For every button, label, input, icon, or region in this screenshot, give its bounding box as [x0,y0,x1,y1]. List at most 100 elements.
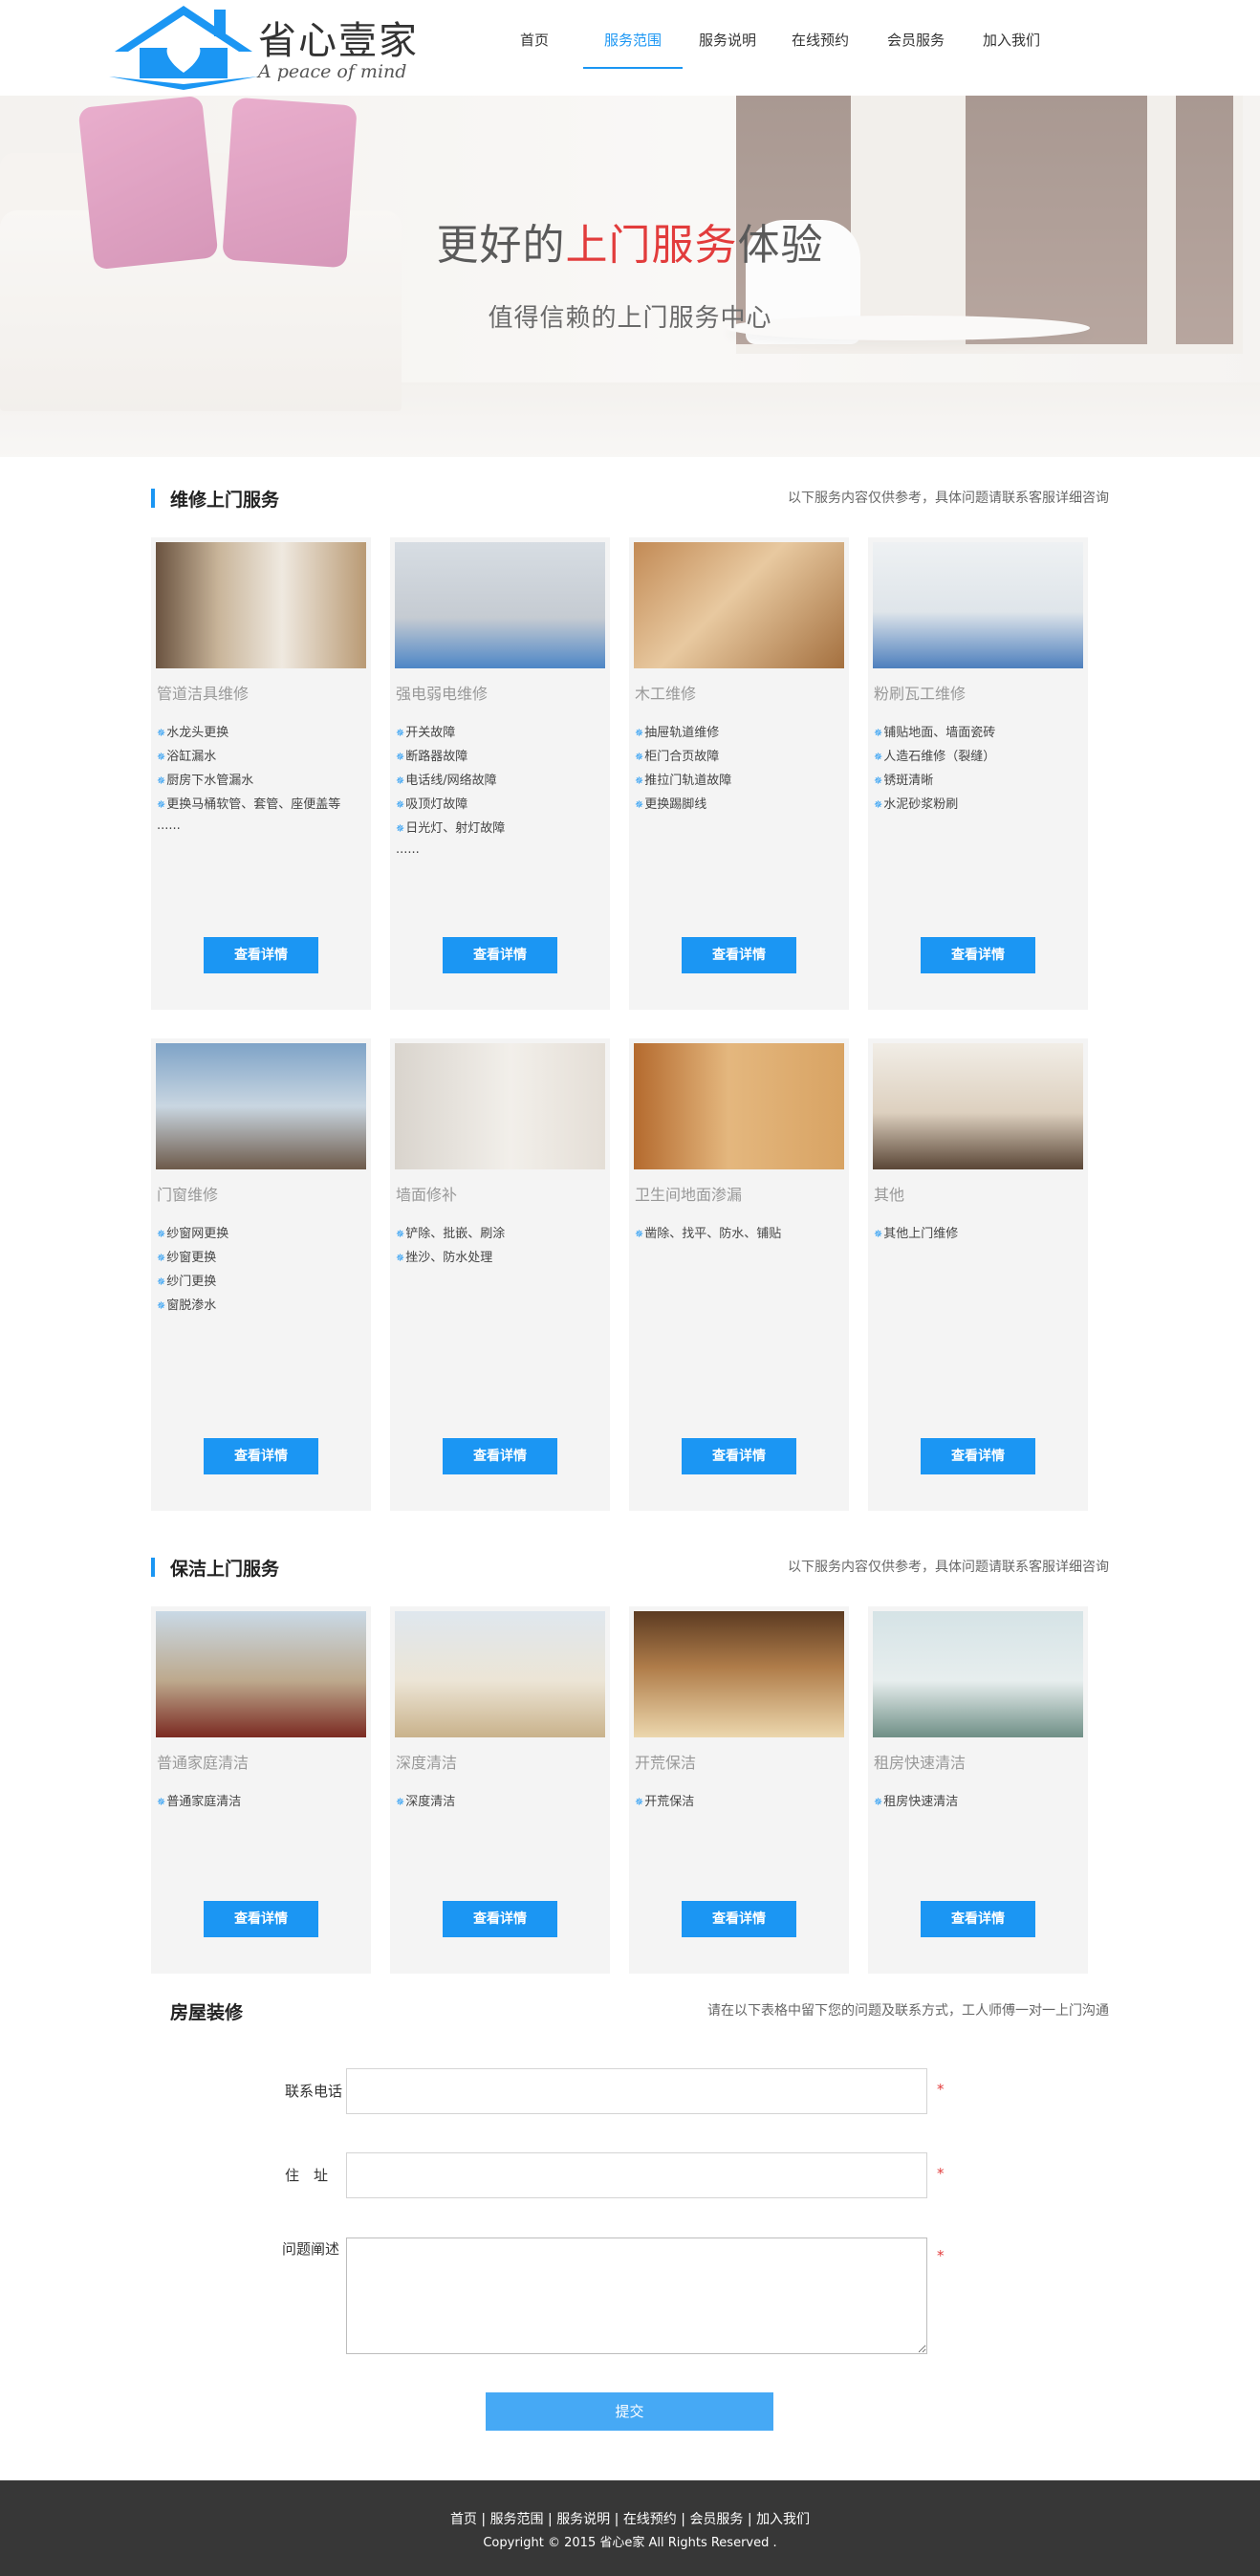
footer-link-online-booking[interactable]: 在线预约 [623,2512,677,2527]
list-item: ✵柜门合页故障 [635,750,720,764]
card-title: 普通家庭清洁 [157,1754,250,1772]
nav-join-us[interactable]: 加入我们 [964,0,1059,69]
card-item-list: ✵凿除、找平、防水、铺贴 [635,1222,781,1246]
nav-member-service[interactable]: 会员服务 [868,0,964,69]
list-item: ✵铺贴地面、墙面瓷砖 [874,726,996,740]
card-title: 深度清洁 [396,1754,458,1772]
main-nav: 首页 服务范围 服务说明 在线预约 会员服务 加入我们 [497,0,1059,69]
bullet-icon: ✵ [157,1276,166,1288]
section-title: 房屋装修 [170,2002,244,2023]
nav-service-scope[interactable]: 服务范围 [583,0,683,69]
card-title: 开荒保洁 [635,1754,697,1772]
required-mark: * [937,2247,945,2264]
cleaning-section-header: 保洁上门服务 以下服务内容仅供参考，具体问题请联系客服详细咨询 [151,1553,1109,1582]
list-item: ✵抽屉轨道维修 [635,726,720,740]
footer-link-join-us[interactable]: 加入我们 [756,2512,810,2527]
submit-button[interactable]: 提交 [486,2392,773,2431]
service-card: 租房快速清洁 ✵租房快速清洁 查看详情 [868,1606,1088,1974]
bullet-icon: ✵ [157,727,166,739]
bullet-icon: ✵ [874,751,883,763]
view-details-button[interactable]: 查看详情 [682,937,796,973]
nav-service-description[interactable]: 服务说明 [683,0,772,69]
card-title: 门窗维修 [157,1186,219,1204]
card-item-list: ✵水龙头更换 ✵浴缸漏水 ✵厨房下水管漏水 ✵更换马桶软管、套管、座便盖等 [157,721,340,817]
service-card: 开荒保洁 ✵开荒保洁查看详情 [629,1606,849,1974]
bullet-icon: ✵ [635,775,644,787]
view-details-button[interactable]: 查看详情 [682,1901,796,1937]
card-item-list: ✵铲除、批嵌、刷涂 ✵挫沙、防水处理 [396,1222,505,1270]
view-details-button[interactable]: 查看详情 [443,937,557,973]
card-title: 墙面修补 [396,1186,458,1204]
view-details-button[interactable]: 查看详情 [682,1438,796,1474]
card-item-list: ✵深度清洁 [396,1790,455,1814]
problem-textarea[interactable] [346,2238,927,2354]
repair-section-header: 维修上门服务 以下服务内容仅供参考，具体问题请联系客服详细咨询 [151,484,1109,513]
service-card: 其他 ✵其他上门维修 查看详情 [868,1038,1088,1511]
list-item: ✵开关故障 [396,726,456,740]
view-details-button[interactable]: 查看详情 [443,1901,557,1937]
bullet-icon: ✵ [635,1796,644,1808]
banner-headline: 更好的上门服务体验 [436,221,824,270]
site-logo[interactable]: 省心壹家 A peace of mind [107,2,451,92]
nav-home[interactable]: 首页 [497,0,572,69]
footer-link-home[interactable]: 首页 [450,2512,477,2527]
list-item: ✵深度清洁 [396,1795,456,1809]
list-item: ✵锈斑清晰 [874,774,934,788]
bullet-icon: ✵ [396,727,405,739]
view-details-button[interactable]: 查看详情 [204,937,318,973]
address-input[interactable] [346,2152,927,2198]
list-item: ✵日光灯、射灯故障 [396,821,506,836]
card-title: 强电弱电维修 [396,685,489,703]
view-details-button[interactable]: 查看详情 [921,937,1035,973]
card-item-list: ✵其他上门维修 [874,1222,958,1246]
section-note: 以下服务内容仅供参考，具体问题请联系客服详细咨询 [788,1560,1109,1575]
list-item: ✵断路器故障 [396,750,468,764]
card-title: 卫生间地面渗漏 [635,1186,743,1204]
bullet-icon: ✵ [396,798,405,811]
card-item-list: ✵抽屉轨道维修 ✵柜门合页故障 ✵推拉门轨道故障 ✵更换踢脚线 [635,721,731,817]
bullet-icon: ✵ [396,751,405,763]
service-card: 卫生间地面渗漏 ✵凿除、找平、防水、铺贴查看详情 [629,1038,849,1511]
card-item-list: ✵铺贴地面、墙面瓷砖 ✵人造石维修（裂缝） ✵锈斑清晰 ✵水泥砂浆粉刷 [874,721,995,817]
footer-links: 首页 | 服务范围 | 服务说明 | 在线预约 | 会员服务 | 加入我们 [449,2512,811,2527]
list-item: ✵人造石维修（裂缝） [874,750,996,764]
list-item: ✵开荒保洁 [635,1795,695,1809]
card-more-ellipsis: ...... [157,819,181,833]
section-title: 维修上门服务 [170,490,280,511]
view-details-button[interactable]: 查看详情 [921,1438,1035,1474]
new-home-cleaning-photo [634,1611,844,1737]
list-item: ✵窗脱渗水 [157,1299,217,1313]
view-details-button[interactable]: 查看详情 [921,1901,1035,1937]
bullet-icon: ✵ [874,727,883,739]
bullet-icon: ✵ [396,822,405,835]
service-card: 门窗维修 ✵纱窗网更换 ✵纱窗更换 ✵纱门更换 ✵窗脱渗水 查看详情 [151,1038,371,1511]
list-item: ✵铲除、批嵌、刷涂 [396,1227,506,1241]
service-card: 墙面修补 ✵铲除、批嵌、刷涂 ✵挫沙、防水处理查看详情 [390,1038,610,1511]
view-details-button[interactable]: 查看详情 [204,1901,318,1937]
list-item: ✵纱窗网更换 [157,1227,229,1241]
view-details-button[interactable]: 查看详情 [204,1438,318,1474]
footer-link-service-description[interactable]: 服务说明 [556,2512,610,2527]
list-item: ✵凿除、找平、防水、铺贴 [635,1227,782,1241]
house-logo-icon [109,6,258,90]
section-title: 保洁上门服务 [170,1559,280,1580]
footer-link-service-scope[interactable]: 服务范围 [490,2512,544,2527]
card-item-list: ✵租房快速清洁 [874,1790,958,1814]
required-mark: * [937,2081,945,2098]
problem-label: 问题阐述 [282,2240,340,2258]
list-item: ✵电话线/网络故障 [396,774,497,788]
footer-link-member-service[interactable]: 会员服务 [689,2512,743,2527]
service-card: 普通家庭清洁 ✵普通家庭清洁查看详情 [151,1606,371,1974]
required-mark: * [937,2165,945,2182]
hero-banner: 更好的上门服务体验 值得信赖的上门服务中心 [0,96,1260,457]
nav-online-booking[interactable]: 在线预约 [772,0,868,69]
card-title: 管道洁具维修 [157,685,250,703]
card-more-ellipsis: ...... [396,842,420,857]
bullet-icon: ✵ [157,798,166,811]
list-item: ✵普通家庭清洁 [157,1795,242,1809]
phone-label: 联系电话 [285,2083,343,2100]
phone-input[interactable] [346,2068,927,2114]
list-item: ✵水泥砂浆粉刷 [874,797,959,812]
list-item: ✵吸顶灯故障 [396,797,468,812]
view-details-button[interactable]: 查看详情 [443,1438,557,1474]
